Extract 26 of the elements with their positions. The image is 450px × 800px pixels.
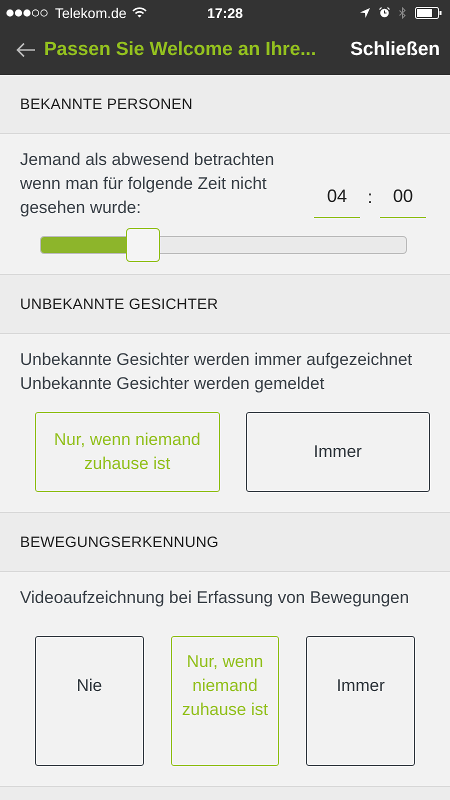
signal-icon	[6, 8, 50, 16]
back-button[interactable]	[16, 42, 36, 58]
location-icon	[360, 8, 370, 18]
option-button[interactable]: Nie	[35, 636, 144, 766]
slider-thumb[interactable]	[126, 228, 160, 262]
wifi-icon	[132, 7, 147, 18]
option-button[interactable]: Immer	[306, 636, 415, 766]
setting-description: Unbekannte Gesichter werden gemeldet	[20, 373, 326, 395]
minutes-field[interactable]: 00	[380, 180, 426, 218]
hours-field[interactable]: 04	[314, 180, 360, 218]
setting-description: Unbekannte Gesichter werden immer aufgezeichnet	[20, 349, 414, 371]
setting-description: Videoaufzeichnung bei Erfassung von Bewegungen	[20, 587, 410, 609]
option-button[interactable]: Immer	[246, 412, 430, 492]
battery-icon	[415, 6, 442, 18]
setting-description: Jemand als abwesend betrachten wenn man für folgende Zeit nicht gesehen wurde:	[20, 149, 276, 219]
close-button[interactable]: Schließen	[350, 39, 440, 61]
alarm-icon	[379, 7, 390, 18]
carrier-name: Telekom.de	[55, 4, 127, 20]
section-header: UNBEKANNTE GESICHTER	[19, 294, 220, 314]
time-separator: :	[366, 186, 374, 208]
screen-title: Passen Sie Welcome an Ihre...	[44, 39, 318, 61]
back-arrow-icon	[16, 42, 36, 58]
section-header: BEKANNTE PERSONEN	[19, 94, 194, 114]
bluetooth-icon	[399, 6, 406, 18]
clock-time: 17:28	[207, 4, 243, 20]
section-header: BEWEGUNGSERKENNUNG	[19, 532, 220, 552]
